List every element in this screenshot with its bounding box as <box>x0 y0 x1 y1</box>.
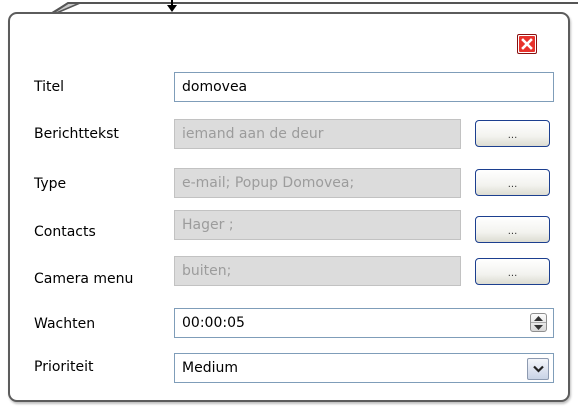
contacts-field: Hager ; <box>174 210 461 240</box>
spin-up-icon[interactable] <box>531 314 546 323</box>
close-icon <box>519 36 535 52</box>
contacts-browse-button[interactable]: ... <box>475 216 550 243</box>
berichttekst-browse-button[interactable]: ... <box>475 120 550 147</box>
prioriteit-select[interactable]: Medium <box>174 353 554 383</box>
titel-input[interactable]: domovea <box>174 72 554 102</box>
contacts-label: Contacts <box>34 224 96 240</box>
berichttekst-label: Berichttekst <box>34 126 119 142</box>
type-browse-button[interactable]: ... <box>475 169 550 196</box>
camera-menu-browse-button[interactable]: ... <box>475 258 550 285</box>
wachten-label: Wachten <box>34 316 96 332</box>
camera-menu-field: buiten; <box>174 256 461 286</box>
camera-menu-label: Camera menu <box>34 271 134 287</box>
prioriteit-dropdown-button[interactable] <box>527 358 549 380</box>
prioriteit-label: Prioriteit <box>34 359 94 375</box>
wachten-time-input[interactable]: 00:00:05 <box>174 308 554 338</box>
close-button[interactable] <box>517 34 537 54</box>
type-field: e-mail; Popup Domovea; <box>174 168 461 198</box>
chevron-down-icon <box>532 365 544 373</box>
spin-down-icon[interactable] <box>531 323 546 331</box>
type-label: Type <box>34 176 67 192</box>
wachten-spinner[interactable] <box>530 313 547 332</box>
titel-label: Titel <box>34 79 65 95</box>
berichttekst-field: iemand aan de deur <box>174 119 461 149</box>
action-properties-dialog <box>8 12 570 402</box>
